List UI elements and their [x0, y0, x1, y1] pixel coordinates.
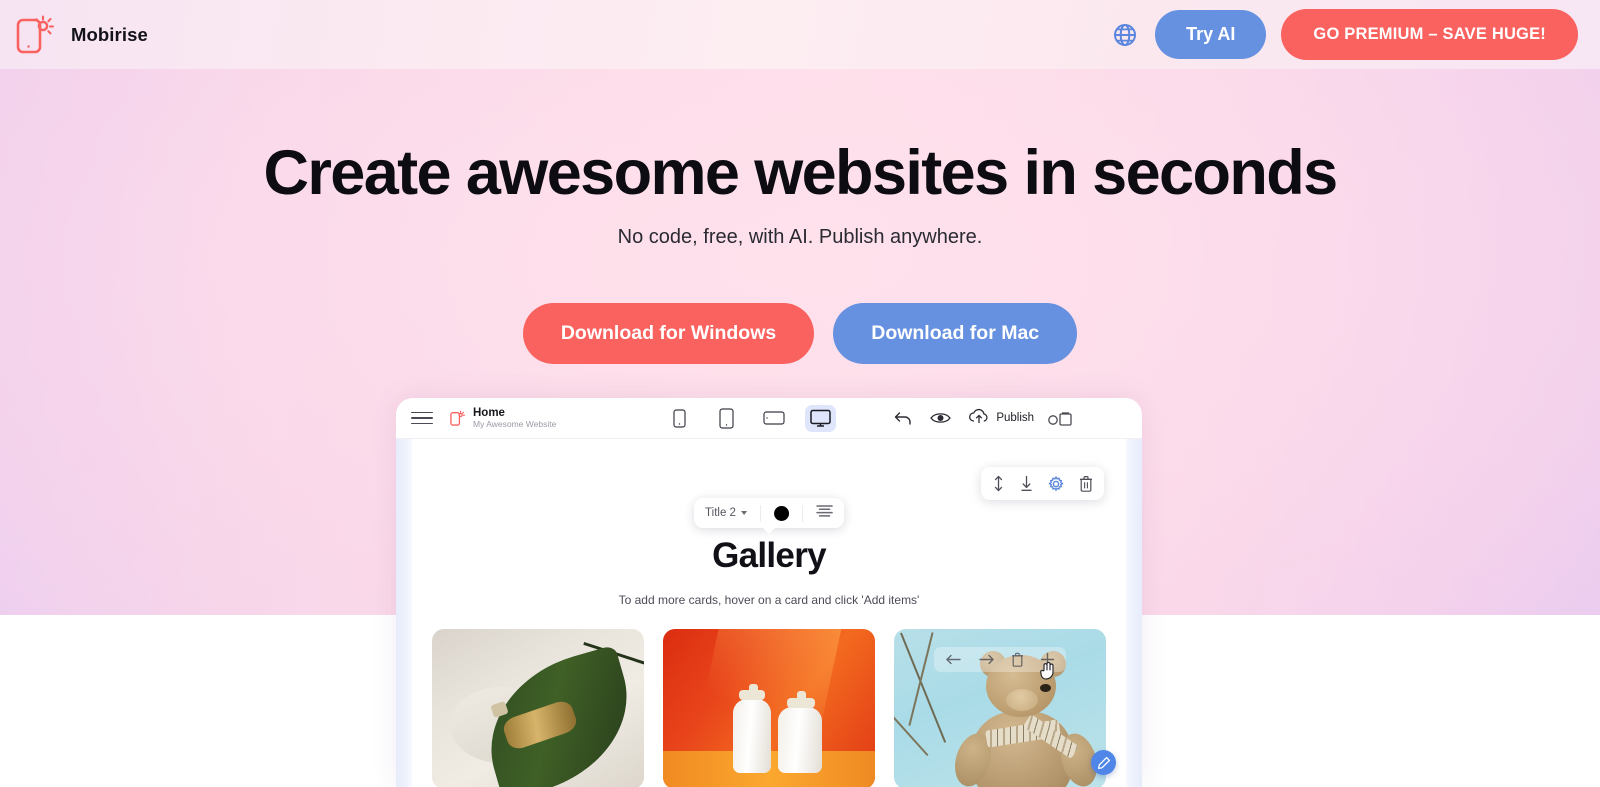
mobile-large-icon[interactable] [711, 405, 742, 432]
text-align-icon[interactable] [816, 504, 833, 522]
arrow-left-icon[interactable] [945, 653, 962, 666]
app-page-title: Home [473, 406, 505, 419]
gallery-card-leaf[interactable] [432, 629, 644, 787]
app-canvas: Title 2 Gallery To add more cards, hover… [396, 439, 1142, 787]
decor-pump-nozzle-1 [749, 684, 758, 693]
decor-bottle-2 [778, 707, 822, 773]
toolbar-overflow-icons[interactable] [1048, 410, 1074, 427]
gallery-card-bottles[interactable] [663, 629, 875, 787]
gallery-help-text: To add more cards, hover on a card and c… [618, 593, 920, 607]
move-vertical-icon[interactable] [992, 475, 1005, 492]
publish-button[interactable]: Publish [968, 408, 1034, 429]
eye-preview-icon[interactable] [930, 411, 952, 425]
arrow-down-icon[interactable] [1020, 475, 1033, 492]
text-style-label: Title 2 [705, 507, 736, 519]
trash-icon[interactable] [1079, 475, 1093, 492]
gear-icon[interactable] [1048, 475, 1064, 492]
toolbar-divider [801, 504, 803, 522]
try-ai-button[interactable]: Try AI [1155, 10, 1267, 59]
desktop-icon[interactable] [805, 404, 837, 432]
go-premium-button[interactable]: GO PREMIUM – SAVE HUGE! [1281, 9, 1578, 60]
plus-icon[interactable] [1040, 652, 1055, 667]
undo-arrow-icon[interactable] [894, 410, 913, 426]
header-actions: Try AI GO PREMIUM – SAVE HUGE! [1110, 9, 1600, 60]
globe-icon[interactable] [1110, 20, 1140, 50]
cloud-upload-icon [968, 408, 990, 429]
app-actions: Publish [894, 408, 1034, 429]
page-title: Create awesome websites in seconds [263, 138, 1338, 208]
tablet-icon[interactable] [758, 405, 789, 432]
canvas-right-gutter [1126, 439, 1142, 787]
publish-label: Publish [996, 412, 1035, 424]
mobile-portrait-icon[interactable] [664, 405, 695, 432]
cta-row: Download for Windows Download for Mac [0, 303, 1600, 364]
text-format-toolbar: Title 2 [694, 498, 844, 528]
hamburger-menu-icon[interactable] [411, 411, 433, 425]
app-page-info: Home My Awesome Website [473, 407, 556, 429]
chevron-down-icon [740, 511, 747, 515]
decor-branch [908, 632, 934, 726]
gallery-card-teddy[interactable] [894, 629, 1106, 787]
decor-bottle-1 [733, 699, 771, 773]
download-mac-button[interactable]: Download for Mac [833, 303, 1078, 364]
text-style-dropdown[interactable]: Title 2 [705, 507, 747, 519]
app-mockup: Home My Awesome Website Publish Title 2 … [396, 398, 1142, 787]
app-toolbar: Home My Awesome Website Publish [396, 398, 1142, 439]
card-hover-toolbar [934, 647, 1066, 672]
trash-icon[interactable] [1011, 652, 1024, 667]
page-root: Mobirise Try AI GO PREMIUM – SAVE HUGE! … [0, 0, 1600, 787]
decor-branch [894, 699, 929, 757]
gallery-cards [412, 629, 1126, 787]
canvas-body: Title 2 Gallery To add more cards, hover… [412, 439, 1126, 787]
decor-pump-nozzle-2 [797, 691, 806, 701]
text-color-swatch[interactable] [773, 505, 789, 521]
site-header: Mobirise Try AI GO PREMIUM – SAVE HUGE! [0, 0, 1600, 69]
mobirise-logo-icon [449, 410, 466, 427]
canvas-left-gutter [396, 439, 412, 787]
mobirise-logo-icon [13, 13, 57, 57]
brand[interactable]: Mobirise [0, 13, 148, 57]
brand-name: Mobirise [71, 23, 148, 45]
download-windows-button[interactable]: Download for Windows [522, 303, 815, 364]
block-actions-toolbar [981, 467, 1104, 500]
pencil-edit-icon[interactable] [1091, 750, 1116, 775]
arrow-right-icon[interactable] [978, 653, 995, 666]
device-preview-group [664, 404, 837, 432]
hero-subtitle: No code, free, with AI. Publish anywhere… [617, 226, 983, 248]
app-site-name: My Awesome Website [473, 418, 557, 429]
decor-bear-muzzle [1006, 689, 1038, 711]
decor-bear-nose [1040, 684, 1051, 692]
gallery-heading[interactable]: Gallery [412, 536, 1126, 576]
toolbar-divider [759, 504, 761, 522]
